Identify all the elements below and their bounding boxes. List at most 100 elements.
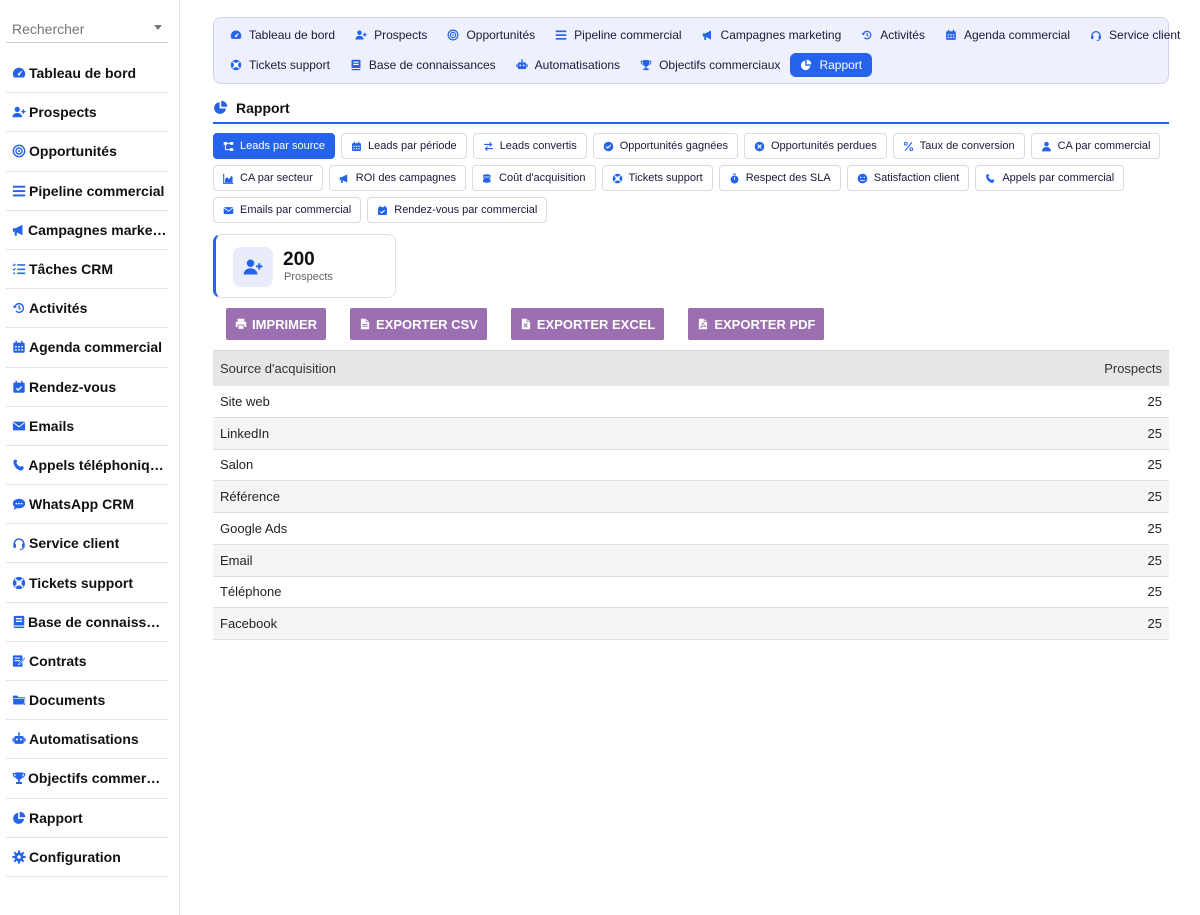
pie-chart-icon: [800, 58, 814, 72]
report-button-tickets-support[interactable]: Tickets support: [601, 165, 713, 191]
sidebar-item-base-de-connaissances[interactable]: Base de connaissances: [6, 603, 168, 642]
sidebar-item-activites[interactable]: Activités: [6, 289, 168, 329]
tab-objectifs-commerciaux[interactable]: Objectifs commerciaux: [630, 53, 790, 77]
report-button-ca-par-commercial[interactable]: CA par commercial: [1030, 133, 1161, 159]
tab-label: Objectifs commerciaux: [659, 58, 781, 72]
sidebar-item-label: Objectifs commerciaux: [28, 770, 168, 787]
sidebar-item-whatsapp-crm[interactable]: WhatsApp CRM: [6, 485, 168, 525]
user-plus-icon: [11, 104, 27, 120]
report-button-row: Leads par source Leads par période Leads c…: [213, 133, 1169, 159]
headset-icon: [1090, 28, 1104, 42]
lifebuoy-icon: [612, 172, 624, 184]
sidebar-item-emails[interactable]: Emails: [6, 407, 168, 446]
report-button-opportunites-perdues[interactable]: Opportunités perdues: [743, 133, 887, 159]
tab-pipeline-commercial[interactable]: Pipeline commercial: [545, 23, 691, 47]
column-header-source[interactable]: Source d'acquisition: [213, 350, 829, 386]
gauge-icon: [11, 65, 27, 81]
tab-prospects[interactable]: Prospects: [345, 23, 437, 47]
calendar-icon: [351, 140, 363, 152]
sidebar-item-rendez-vous[interactable]: Rendez-vous: [6, 368, 168, 407]
imprimer-button[interactable]: IMPRIMER: [226, 308, 326, 340]
report-button-roi-des-campagnes[interactable]: ROI des campagnes: [328, 165, 467, 191]
sidebar-item-contrats[interactable]: Contrats: [6, 642, 168, 681]
tab-service-client[interactable]: Service client: [1080, 23, 1190, 47]
report-button-label: Emails par commercial: [240, 204, 352, 216]
sidebar-item-automatisations[interactable]: Automatisations: [6, 720, 168, 760]
column-header-prospects[interactable]: Prospects: [828, 350, 1169, 386]
sidebar-item-configuration[interactable]: Configuration: [6, 838, 168, 877]
cell-prospects: 25: [828, 385, 1169, 418]
user-plus-icon: [355, 28, 369, 42]
smile-icon: [857, 172, 869, 184]
stat-card: 200 Prospects: [213, 234, 396, 298]
sidebar-item-tableau-de-bord[interactable]: Tableau de bord: [6, 54, 168, 94]
tab-agenda-commercial[interactable]: Agenda commercial: [935, 23, 1080, 47]
sidebar-item-opportunites[interactable]: Opportunités: [6, 132, 168, 172]
sidebar-item-label: Documents: [29, 692, 106, 709]
chevron-down-icon[interactable]: [154, 25, 162, 30]
search-select[interactable]: [6, 16, 168, 43]
sidebar-item-service-client[interactable]: Service client: [6, 524, 168, 564]
cell-source: Référence: [213, 480, 829, 513]
table-row: Téléphone 25: [213, 576, 1169, 609]
megaphone-icon: [339, 172, 351, 184]
tab-opportunites[interactable]: Opportunités: [437, 23, 545, 47]
report-button-satisfaction-client[interactable]: Satisfaction client: [846, 165, 970, 191]
report-button-appels-par-commercial[interactable]: Appels par commercial: [975, 165, 1125, 191]
exporter-csv-button[interactable]: EXPORTER CSV: [350, 308, 487, 340]
sidebar-item-pipeline-commercial[interactable]: Pipeline commercial: [6, 172, 168, 211]
report-button-leads-par-source[interactable]: Leads par source: [213, 133, 335, 159]
tab-tableau-de-bord[interactable]: Tableau de bord: [220, 23, 345, 47]
report-button-label: Taux de conversion: [919, 140, 1015, 152]
report-button-rendez-vous-par-commercial[interactable]: Rendez-vous par commercial: [367, 197, 548, 223]
book-icon: [350, 58, 364, 72]
report-button-label: Opportunités perdues: [770, 140, 877, 152]
report-button-leads-par-periode[interactable]: Leads par période: [341, 133, 467, 159]
sidebar-item-campagnes-marketing[interactable]: Campagnes marketing: [6, 211, 168, 250]
tab-label: Opportunités: [466, 28, 536, 42]
exporter-pdf-button[interactable]: EXPORTER PDF: [688, 308, 825, 340]
sidebar-item-tickets-support[interactable]: Tickets support: [6, 563, 168, 603]
history-icon: [11, 300, 27, 316]
report-button-leads-convertis[interactable]: Leads convertis: [472, 133, 587, 159]
tab-tickets-support[interactable]: Tickets support: [220, 53, 340, 77]
search-input[interactable]: [6, 16, 146, 42]
tab-rapport[interactable]: Rapport: [790, 53, 873, 77]
bullseye-icon: [11, 143, 27, 159]
sidebar-item-label: Contrats: [29, 652, 87, 669]
folder-icon: [11, 692, 27, 708]
report-button-cout-d-acquisition[interactable]: Coût d'acquisition: [472, 165, 596, 191]
sidebar-item-prospects[interactable]: Prospects: [6, 93, 168, 133]
pie-chart-icon: [213, 100, 229, 116]
sidebar-item-label: Opportunités: [29, 143, 117, 160]
exporter-excel-button[interactable]: EXPORTER EXCEL: [510, 308, 665, 340]
report-button-opportunites-gagnees[interactable]: Opportunités gagnées: [592, 133, 738, 159]
sidebar-item-documents[interactable]: Documents: [6, 681, 168, 721]
contract-icon: [11, 653, 27, 669]
sidebar-item-rapport[interactable]: Rapport: [6, 799, 168, 838]
report-button-label: Leads convertis: [499, 140, 577, 152]
report-button-label: Satisfaction client: [873, 172, 960, 184]
tab-label: Agenda commercial: [963, 28, 1071, 42]
report-button-label: Coût d'acquisition: [499, 172, 586, 184]
report-button-taux-de-conversion[interactable]: Taux de conversion: [892, 133, 1025, 159]
sidebar-item-appels-telephoniques[interactable]: Appels téléphoniques: [6, 446, 168, 486]
tab-activites[interactable]: Activités: [851, 23, 935, 47]
table-header-row: Source d'acquisition Prospects: [213, 350, 1169, 386]
tab-base-de-connaissances[interactable]: Base de connaissances: [340, 53, 506, 77]
report-button-emails-par-commercial[interactable]: Emails par commercial: [213, 197, 362, 223]
sidebar-item-objectifs-commerciaux[interactable]: Objectifs commerciaux: [6, 759, 168, 799]
report-button-respect-des-sla[interactable]: Respect des SLA: [718, 165, 841, 191]
report-button-label: Rendez-vous par commercial: [394, 204, 538, 216]
times-circle-icon: [754, 140, 766, 152]
tab-campagnes-marketing[interactable]: Campagnes marketing: [692, 23, 852, 47]
report-button-ca-par-secteur[interactable]: CA par secteur: [213, 165, 323, 191]
tab-automatisations[interactable]: Automatisations: [506, 53, 630, 77]
stopwatch-icon: [729, 172, 741, 184]
phone-icon: [11, 457, 26, 473]
sidebar-item-taches-crm[interactable]: Tâches CRM: [6, 250, 168, 290]
coins-icon: [482, 172, 494, 184]
sidebar-item-agenda-commercial[interactable]: Agenda commercial: [6, 328, 168, 368]
table-row: LinkedIn 25: [213, 417, 1169, 450]
user-plus-icon: [233, 247, 273, 287]
